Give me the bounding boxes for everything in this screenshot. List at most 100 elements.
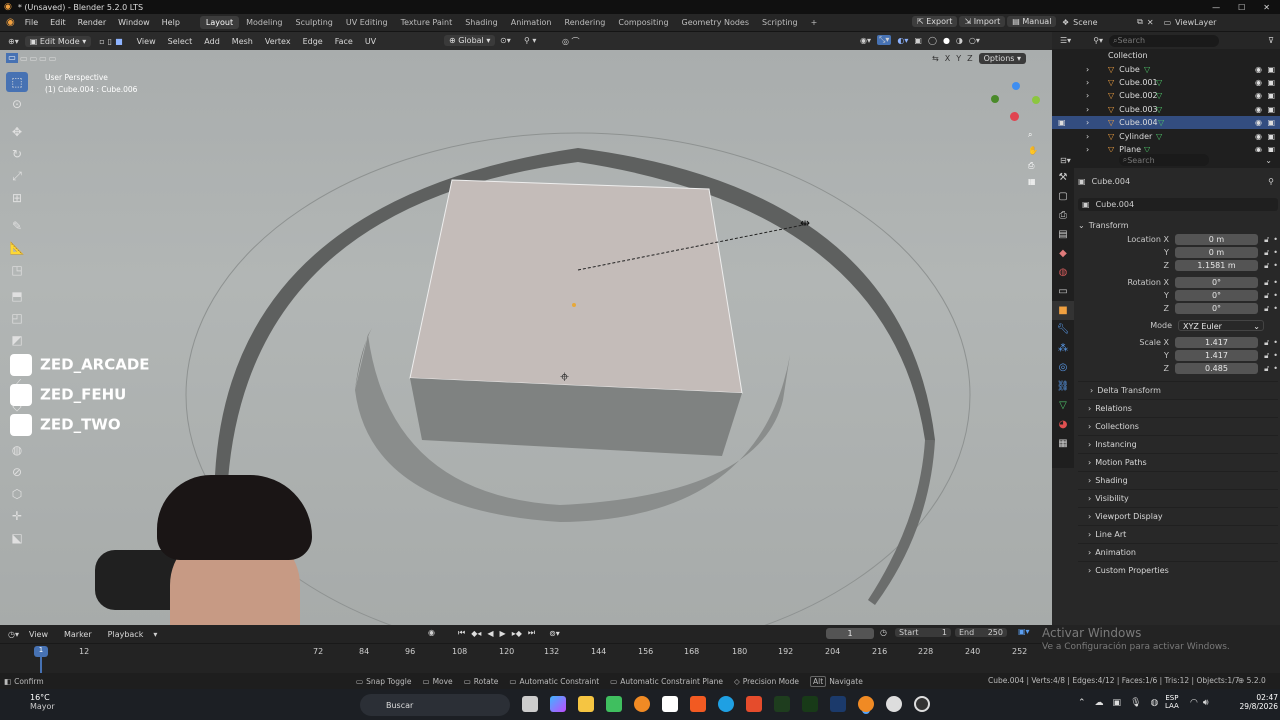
extrude-tool-icon[interactable]: ⬒ (6, 286, 28, 306)
volume-icon[interactable]: 🔊︎ (1203, 698, 1209, 708)
tray-app-icon[interactable]: ▣ (1113, 698, 1122, 708)
panel-relations[interactable]: › Relations (1078, 399, 1278, 417)
lock-icon[interactable]: 🔓︎ (1264, 235, 1269, 245)
lock-icon[interactable]: 🔓︎ (1264, 338, 1269, 348)
panel-animation[interactable]: › Animation (1078, 543, 1278, 561)
select-invert-icon[interactable]: ▭ (39, 54, 47, 63)
jump-end-icon[interactable]: ⏭ (528, 628, 535, 638)
keyframe-dot-icon[interactable]: • (1273, 364, 1278, 373)
material-shading-icon[interactable]: ◑ (956, 36, 963, 45)
maximize-icon[interactable]: ☐ (1238, 3, 1245, 12)
rotation-y-field[interactable]: 0° (1174, 290, 1259, 301)
brave-browser-icon[interactable] (690, 696, 706, 712)
tray-chevron-icon[interactable]: ⌃ (1078, 698, 1086, 708)
outliner-item-cylinder[interactable]: › ▽ Cylinder ▽ ◉ ▣ (1052, 129, 1280, 142)
timeline-type-icon[interactable]: ◷▾ (8, 630, 19, 639)
outliner-search[interactable]: ⌕ Search (1109, 34, 1220, 47)
tab-sculpting[interactable]: Sculpting (290, 16, 339, 29)
axis-z-toggle[interactable]: Z (967, 54, 972, 63)
scene-tab-icon[interactable]: ◆ (1052, 244, 1074, 263)
panel-motion-paths[interactable]: › Motion Paths (1078, 453, 1278, 471)
copilot-icon[interactable] (550, 696, 566, 712)
keyframe-dot-icon[interactable]: • (1273, 291, 1278, 300)
next-keyframe-icon[interactable]: ▸◆ (512, 629, 522, 638)
panel-visibility[interactable]: › Visibility (1078, 489, 1278, 507)
smooth-tool-icon[interactable]: ◍ (6, 440, 28, 460)
timeline-menu-playback[interactable]: Playback (102, 630, 150, 639)
eye-icon[interactable]: ◉ (1255, 91, 1262, 100)
render-tab-icon[interactable]: ▢ (1052, 187, 1074, 206)
keyframe-dot-icon[interactable]: • (1273, 338, 1278, 347)
tab-geometry-nodes[interactable]: Geometry Nodes (676, 16, 755, 29)
grid-view-icon[interactable]: ▦ (1028, 177, 1044, 186)
panel-shading[interactable]: › Shading (1078, 471, 1278, 489)
lock-icon[interactable]: 🔓︎ (1264, 278, 1269, 288)
add-workspace-button[interactable]: + (805, 16, 824, 29)
outliner-item-cube-004[interactable]: ▣ › ▽ Cube.004 ▽ ◉ ▣ (1052, 115, 1280, 130)
axis-x-toggle[interactable]: X (945, 54, 950, 63)
object-tab-icon[interactable]: ■ (1052, 301, 1074, 320)
designer-icon[interactable] (802, 696, 818, 712)
menu-edit[interactable]: Edit (44, 18, 72, 27)
task-view-icon[interactable] (522, 696, 538, 712)
delete-scene-icon[interactable]: ✕ (1147, 18, 1154, 27)
blender-menu-icon[interactable]: ◉ (6, 17, 15, 28)
microphone-icon[interactable]: 🎙︎ (1130, 698, 1141, 708)
menu-view[interactable]: View (131, 37, 162, 46)
menu-add[interactable]: Add (198, 37, 226, 46)
outliner-collection[interactable]: Collection (1052, 49, 1280, 62)
keyframe-dot-icon[interactable]: • (1273, 304, 1278, 313)
location-y-field[interactable]: 0 m (1174, 247, 1259, 258)
copy-scene-icon[interactable]: ⧉ (1137, 17, 1143, 27)
menu-window[interactable]: Window (112, 18, 156, 27)
menu-vertex[interactable]: Vertex (259, 37, 297, 46)
camera-render-icon[interactable]: ▣ (1267, 78, 1275, 87)
timeline-options-icon[interactable]: ▣▾ (1018, 627, 1030, 636)
orientation-dropdown[interactable]: ⊕ Global ▾ (444, 35, 496, 46)
menu-render[interactable]: Render (72, 18, 112, 27)
eye-icon[interactable]: ◉ (1255, 65, 1262, 74)
scale-z-field[interactable]: 0.485 (1174, 363, 1259, 374)
outliner-type-icon[interactable]: ☰▾ (1060, 36, 1071, 45)
camera-render-icon[interactable]: ▣ (1267, 118, 1275, 127)
keying-icon[interactable]: ⊚▾ (549, 629, 560, 638)
panel-line-art[interactable]: › Line Art (1078, 525, 1278, 543)
language-indicator[interactable]: ESP LAA (1165, 694, 1179, 710)
camera-render-icon[interactable]: ▣ (1267, 105, 1275, 114)
neg-y-axis-ball[interactable] (991, 95, 999, 103)
physics-tab-icon[interactable]: ◎ (1052, 358, 1074, 377)
select-subtract-icon[interactable]: ▭ (30, 54, 38, 63)
lock-icon[interactable]: 🔓︎ (1264, 248, 1269, 258)
lock-icon[interactable]: 🔓︎ (1264, 291, 1269, 301)
menu-file[interactable]: File (19, 18, 44, 27)
scale-tool-icon[interactable]: ⤢ (6, 166, 28, 186)
weather-widget[interactable]: 16°C Mayor (30, 693, 55, 711)
shear-tool-icon[interactable]: ✛ (6, 506, 28, 526)
file-explorer-icon[interactable] (578, 696, 594, 712)
import-button[interactable]: ⇲ Import (959, 16, 1006, 27)
menu-uv[interactable]: UV (359, 37, 382, 46)
transform-tool-icon[interactable]: ⊞ (6, 188, 28, 208)
obs-icon[interactable] (914, 696, 930, 712)
expand-icon[interactable]: › (1086, 78, 1089, 87)
outliner-item-cube-002[interactable]: › ▽ Cube.002 ▽ ◉ ▣ (1052, 89, 1280, 102)
expand-icon[interactable]: › (1086, 132, 1089, 141)
rip-region-tool-icon[interactable]: ⬕ (6, 528, 28, 548)
expand-icon[interactable]: › (1086, 91, 1089, 100)
edit-mode-indicator-icon[interactable]: ▣ (1058, 118, 1066, 127)
inset-tool-icon[interactable]: ◰ (6, 308, 28, 328)
select-box-tool-icon[interactable]: ⬚ (6, 72, 28, 92)
tab-modeling[interactable]: Modeling (240, 16, 288, 29)
shrink-fatten-tool-icon[interactable]: ⬡ (6, 484, 28, 504)
pin-icon[interactable]: ⚲ (1268, 177, 1278, 186)
start-frame-field[interactable]: Start 1 (895, 628, 951, 637)
rendered-shading-icon[interactable]: ○▾ (969, 36, 980, 45)
eye-icon[interactable]: ◉ (1255, 132, 1262, 141)
expand-icon[interactable]: › (1086, 105, 1089, 114)
vertex-select-icon[interactable]: ▫ (99, 37, 104, 46)
overlay-icon[interactable]: ◐▾ (897, 36, 908, 45)
lock-icon[interactable]: 🔓︎ (1264, 364, 1269, 374)
minimize-icon[interactable]: — (1212, 3, 1220, 12)
x-axis-ball[interactable] (1010, 112, 1019, 121)
onedrive-icon[interactable]: ☁ (1095, 698, 1104, 708)
